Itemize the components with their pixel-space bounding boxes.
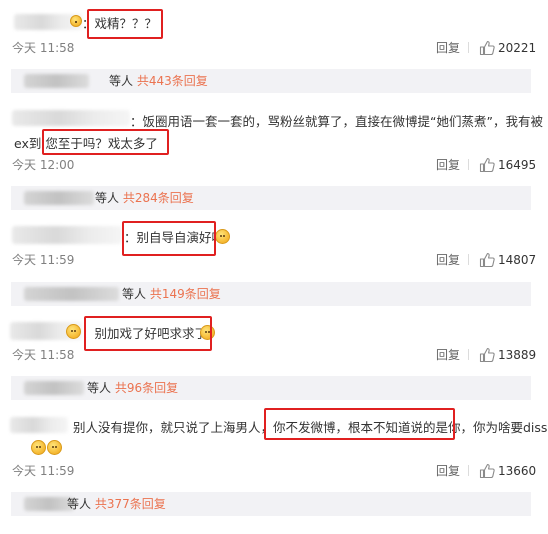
highlight-box	[87, 9, 163, 39]
divider	[468, 254, 469, 265]
sub-replies-bar[interactable]: 等人 共284条回复	[11, 186, 531, 210]
comment-time: 今天 11:59	[12, 464, 75, 478]
blurred-username	[10, 417, 68, 433]
emoji-icon	[215, 229, 230, 244]
comment-time: 今天 11:59	[12, 253, 75, 267]
divider	[468, 349, 469, 360]
comment-4: ：别加戏了好吧求求了 今天 11:58 回复 13889 等人 共96条回复	[0, 312, 548, 408]
divider	[468, 42, 469, 53]
emoji-icon	[66, 324, 81, 339]
thumbs-up-icon[interactable]	[479, 40, 495, 56]
reply-button[interactable]: 回复	[436, 348, 460, 362]
sub-replies-suffix: 等人	[87, 381, 112, 395]
comment-5: 别人没有提你，就只说了上海男人，你不发微博，根本不知道说的是你，你为啥要diss…	[0, 408, 548, 534]
reply-button[interactable]: 回复	[436, 464, 460, 478]
highlight-box	[264, 408, 455, 440]
blurred-username	[12, 110, 130, 126]
sub-replies-link[interactable]: 共96条回复	[115, 381, 178, 395]
comment-1: ：戏精？？？ 今天 11:58 回复 20221 等人 共443条回复	[0, 0, 548, 98]
thumbs-up-icon[interactable]	[479, 347, 495, 363]
sub-replies-link[interactable]: 共377条回复	[95, 497, 166, 511]
sub-replies-link[interactable]: 共149条回复	[150, 287, 221, 301]
highlight-box	[84, 316, 212, 351]
blurred-usernames	[24, 74, 89, 88]
sub-replies-bar[interactable]: 等人 共377条回复	[11, 492, 531, 516]
comment-2: ：饭圈用语一套一套的，骂粉丝就算了，直接在微博提“她们蒸煮”，我有被 ex到 您…	[0, 98, 548, 216]
like-count: 20221	[498, 41, 537, 55]
comment-time: 今天 11:58	[12, 348, 75, 362]
thumbs-up-icon[interactable]	[479, 463, 495, 479]
blurred-usernames	[24, 191, 94, 205]
like-count: 13660	[498, 464, 537, 478]
sub-replies-bar[interactable]: 等人 共149条回复	[11, 282, 531, 306]
highlight-box	[42, 129, 169, 155]
sub-replies-link[interactable]: 共284条回复	[123, 191, 194, 205]
sub-replies-suffix: 等人	[122, 287, 147, 301]
sub-replies-link[interactable]: 共443条回复	[137, 74, 208, 88]
comment-time: 今天 12:00	[12, 158, 75, 172]
like-count: 16495	[498, 158, 537, 172]
emoji-icon	[47, 440, 62, 455]
reply-button[interactable]: 回复	[436, 158, 460, 172]
thumbs-up-icon[interactable]	[479, 252, 495, 268]
thumbs-up-icon[interactable]	[479, 157, 495, 173]
emoji-icon	[70, 15, 82, 27]
blurred-usernames	[24, 287, 119, 301]
reply-button[interactable]: 回复	[436, 41, 460, 55]
comment-time: 今天 11:58	[12, 41, 75, 55]
emoji-icon	[31, 440, 46, 455]
sub-replies-suffix: 等人	[95, 191, 120, 205]
sub-replies-bar[interactable]: 等人 共443条回复	[11, 69, 531, 93]
divider	[468, 159, 469, 170]
reply-button[interactable]: 回复	[436, 253, 460, 267]
sub-replies-suffix: 等人	[67, 497, 92, 511]
sub-replies-suffix: 等人	[109, 74, 134, 88]
like-count: 14807	[498, 253, 537, 267]
divider	[468, 465, 469, 476]
blurred-usernames	[24, 381, 84, 395]
like-count: 13889	[498, 348, 537, 362]
highlight-box	[122, 221, 216, 256]
comment-3: ：别自导自演好吗 今天 11:59 回复 14807 等人 共149条回复	[0, 216, 548, 312]
blurred-username	[12, 226, 122, 244]
comment-text-line-1: ：饭圈用语一套一套的，骂粉丝就算了，直接在微博提“她们蒸煮”，我有被	[130, 114, 543, 129]
sub-replies-bar[interactable]: 等人 共96条回复	[11, 376, 531, 400]
